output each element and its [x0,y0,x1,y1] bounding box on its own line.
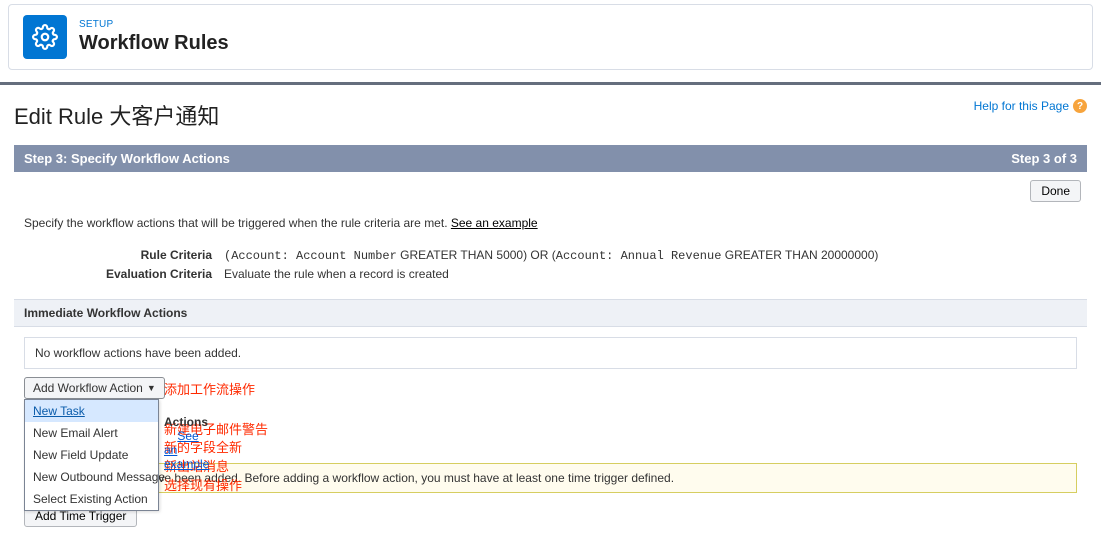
setup-text: SETUP Workflow Rules [79,19,229,55]
help-icon: ? [1073,99,1087,113]
add-workflow-action-menu: New Task New Email Alert New Field Updat… [24,399,159,511]
page-title: Edit Rule 大客户通知 [14,99,219,131]
help-link-text: Help for this Page [974,99,1069,113]
add-workflow-action-label: Add Workflow Action [33,381,143,395]
evaluation-criteria-label: Evaluation Criteria [24,267,224,281]
setup-label: SETUP [79,19,229,30]
rule-criteria-label: Rule Criteria [24,248,224,263]
immediate-empty-message: No workflow actions have been added. [24,337,1077,369]
step-bar-left: Step 3: Specify Workflow Actions [24,151,230,166]
gear-icon [23,15,67,59]
menu-item-select-existing-action[interactable]: Select Existing Action [25,488,158,510]
help-link[interactable]: Help for this Page ? [974,99,1087,113]
step-bar-right: Step 3 of 3 [1011,151,1077,166]
setup-header: SETUP Workflow Rules [8,4,1093,70]
menu-item-new-task[interactable]: New Task [25,400,158,422]
menu-item-new-field-update[interactable]: New Field Update [25,444,158,466]
step-bar: Step 3: Specify Workflow Actions Step 3 … [14,145,1087,172]
instruction-text: Specify the workflow actions that will b… [14,210,1087,244]
add-workflow-action-button[interactable]: Add Workflow Action ▼ [24,377,165,399]
rule-criteria-value: (Account: Account Number GREATER THAN 50… [224,248,1077,263]
chevron-down-icon: ▼ [147,383,156,393]
menu-item-new-outbound-message[interactable]: New Outbound Message [25,466,158,488]
see-example-link[interactable]: See an example [451,216,538,230]
page-module-title: Workflow Rules [79,32,229,55]
done-button[interactable]: Done [1030,180,1081,202]
time-dependent-actions-header: Actions [164,415,208,429]
evaluation-criteria-value: Evaluate the rule when a record is creat… [224,267,1077,281]
time-dependent-see-example-link[interactable]: See an example [164,429,209,471]
instruction-body: Specify the workflow actions that will b… [24,216,451,230]
annotation-add-action: 添加工作流操作 [164,379,255,398]
menu-item-new-email-alert[interactable]: New Email Alert [25,422,158,444]
immediate-actions-header: Immediate Workflow Actions [14,299,1087,327]
